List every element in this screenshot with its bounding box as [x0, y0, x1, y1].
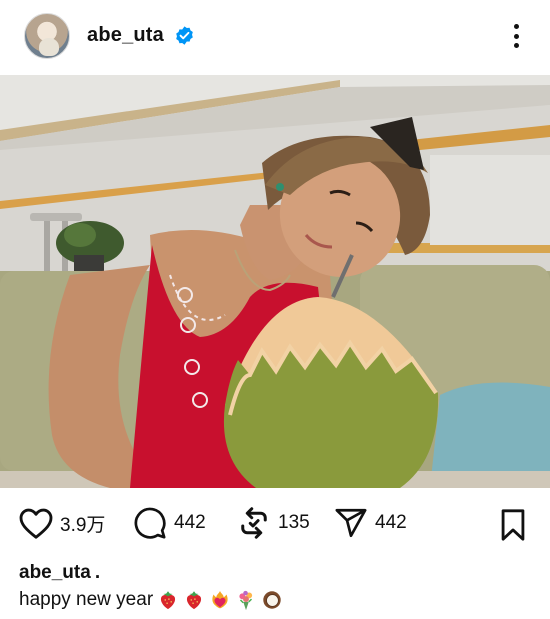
more-dot: [513, 43, 519, 48]
more-options-button[interactable]: [507, 21, 525, 51]
caption-username-row: abe_uta.: [19, 562, 100, 584]
share-count: 442: [375, 512, 407, 533]
comment-button[interactable]: 442: [132, 503, 206, 543]
post-action-bar: 3.9万 442 135 442: [0, 488, 550, 560]
photo-illustration: [0, 75, 550, 488]
post-username[interactable]: abe_uta: [87, 24, 164, 47]
more-dot: [513, 24, 519, 29]
heart-icon: [19, 508, 53, 539]
coconut-icon: [263, 591, 281, 609]
bookmark-icon: [501, 509, 525, 541]
strawberry-icon: [187, 591, 202, 610]
strawberry-icon: [161, 591, 176, 610]
repost-button[interactable]: 135: [236, 503, 310, 543]
repost-icon: [241, 507, 267, 539]
verified-badge-icon: [176, 26, 193, 45]
repost-count: 135: [278, 512, 310, 533]
share-button[interactable]: 442: [333, 503, 407, 543]
caption-text: happy new year: [19, 589, 154, 610]
like-count: 3.9万: [60, 514, 106, 536]
post-header: abe_uta: [0, 0, 550, 75]
caption-text-row: happy new year: [19, 589, 283, 611]
profile-avatar[interactable]: [24, 13, 70, 59]
more-dot: [513, 33, 519, 39]
comment-icon: [134, 507, 166, 539]
save-button[interactable]: [498, 505, 528, 545]
comment-count: 442: [174, 512, 206, 533]
caption-username[interactable]: abe_uta: [19, 562, 91, 583]
like-button[interactable]: 3.9万: [18, 503, 105, 543]
post-photo[interactable]: [0, 75, 550, 488]
bouquet-icon: [239, 590, 253, 611]
caption-separator: .: [94, 562, 101, 583]
heart-on-fire-icon: [212, 590, 228, 609]
send-icon: [335, 508, 367, 538]
